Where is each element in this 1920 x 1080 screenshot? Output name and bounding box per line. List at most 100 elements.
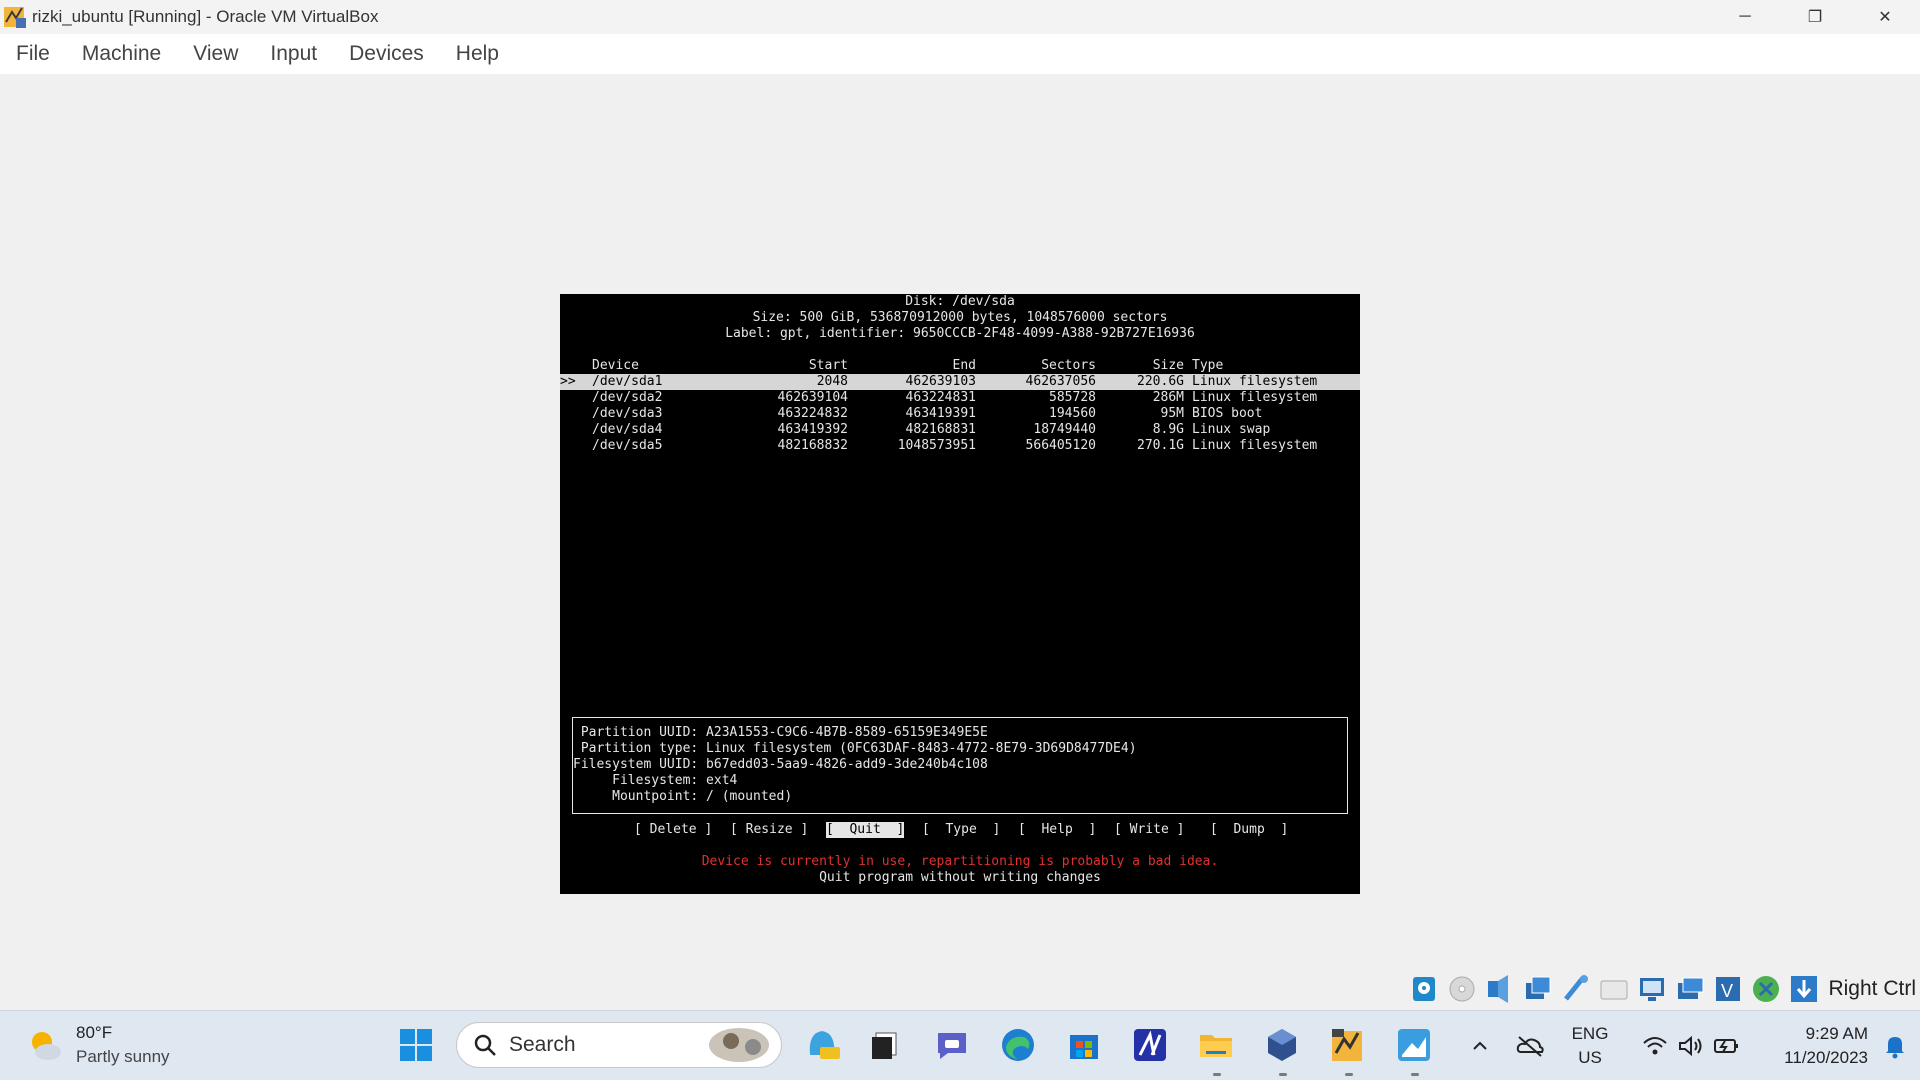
type-button[interactable]: [ Type ]: [922, 822, 1000, 838]
visual-studio-icon[interactable]: [1130, 1025, 1170, 1065]
menu-bar: File Machine View Input Devices Help: [0, 34, 1920, 74]
clock[interactable]: 9:29 AM 11/20/2023: [1758, 1011, 1868, 1080]
minimize-icon: ─: [1739, 8, 1751, 25]
weather-widget[interactable]: 80°F Partly sunny: [26, 1021, 170, 1069]
restore-icon: ❐: [1807, 9, 1823, 26]
partition-sectors: 18749440: [1033, 422, 1096, 437]
search-placeholder: Search: [509, 1033, 576, 1056]
partition-uuid: Partition UUID: A23A1553-C9C6-4B7B-8589-…: [573, 725, 988, 740]
svg-text:V: V: [1721, 981, 1733, 1001]
partition-type: Linux filesystem: [1192, 390, 1318, 405]
keyboard-capture-icon[interactable]: [1788, 973, 1820, 1005]
vm-display[interactable]: Disk: /dev/sda Size: 500 GiB, 5368709120…: [0, 74, 1920, 1008]
partition-size: 220.6G: [1137, 374, 1184, 389]
hard-disk-icon[interactable]: [1408, 973, 1440, 1005]
header-sectors: Sectors: [1041, 358, 1096, 373]
chevron-up-icon: [1473, 1041, 1487, 1050]
menu-machine[interactable]: Machine: [82, 42, 161, 66]
partition-info-box: Partition UUID: A23A1553-C9C6-4B7B-8589-…: [572, 717, 1348, 814]
write-button[interactable]: [ Write ]: [1114, 822, 1184, 838]
display-icon[interactable]: [1636, 973, 1668, 1005]
mountpoint-info: Mountpoint: / (mounted): [573, 789, 793, 804]
partition-start: 463224832: [777, 406, 848, 421]
partition-row-sda5[interactable]: /dev/sda5 482168832 1048573951 566405120…: [560, 438, 1360, 454]
window-title: rizki_ubuntu [Running] - Oracle VM Virtu…: [32, 7, 379, 26]
wifi-icon[interactable]: [1638, 1011, 1672, 1080]
menu-help[interactable]: Help: [456, 42, 499, 66]
help-button[interactable]: [ Help ]: [1018, 822, 1096, 838]
restore-button[interactable]: ❐: [1780, 0, 1850, 34]
delete-button[interactable]: [ Delete ]: [634, 822, 712, 838]
volume-icon[interactable]: [1674, 1011, 1708, 1080]
cfdisk-terminal[interactable]: Disk: /dev/sda Size: 500 GiB, 5368709120…: [560, 294, 1360, 894]
partition-row-sda4[interactable]: /dev/sda4 463419392 482168831 18749440 8…: [560, 422, 1360, 438]
onedrive-icon[interactable]: [1510, 1011, 1550, 1080]
virtualbox-app-icon: [2, 4, 28, 30]
network-icon[interactable]: [1522, 973, 1554, 1005]
title-bar: rizki_ubuntu [Running] - Oracle VM Virtu…: [0, 0, 1920, 34]
header-size: Size: [1152, 358, 1184, 373]
virtualization-icon[interactable]: V: [1712, 973, 1744, 1005]
menu-devices[interactable]: Devices: [349, 42, 424, 66]
battery-icon[interactable]: [1710, 1011, 1744, 1080]
selection-marker: >>: [560, 374, 576, 389]
teams-chat-icon[interactable]: [932, 1025, 972, 1065]
task-view-icon[interactable]: [864, 1025, 904, 1065]
shared-folders-icon[interactable]: [1598, 973, 1630, 1005]
dump-button[interactable]: [ Dump ]: [1210, 822, 1288, 838]
language-code: ENG: [1571, 1024, 1609, 1043]
partition-end: 463224831: [905, 390, 976, 405]
show-hidden-icons-button[interactable]: [1462, 1011, 1498, 1080]
notification-bell-icon[interactable]: [1878, 1011, 1912, 1080]
optical-drive-icon[interactable]: [1446, 973, 1478, 1005]
minimize-button[interactable]: ─: [1710, 0, 1780, 34]
virtualbox-manager-icon[interactable]: [1262, 1025, 1302, 1065]
menu-file[interactable]: File: [16, 42, 50, 66]
partition-sectors: 585728: [1049, 390, 1096, 405]
menu-view[interactable]: View: [193, 42, 238, 66]
partition-type: Linux filesystem: [1192, 374, 1318, 389]
partition-row-sda1[interactable]: >> /dev/sda1 2048 462639103 462637056 22…: [560, 374, 1360, 390]
partition-device: /dev/sda5: [592, 438, 663, 453]
audio-icon[interactable]: [1484, 973, 1516, 1005]
quit-button[interactable]: [ Quit ]: [826, 822, 905, 838]
running-indicator: [1213, 1073, 1221, 1076]
partition-type: BIOS boot: [1192, 406, 1263, 421]
partition-device: /dev/sda1: [592, 374, 663, 389]
mouse-integration-icon[interactable]: [1750, 973, 1782, 1005]
taskbar-search[interactable]: Search: [456, 1022, 782, 1068]
input-language-indicator[interactable]: ENG US: [1564, 1011, 1616, 1080]
filesystem-uuid: Filesystem UUID: b67edd03-5aa9-4826-add9…: [573, 757, 988, 772]
partition-row-sda2[interactable]: /dev/sda2 462639104 463224831 585728 286…: [560, 390, 1360, 406]
partition-table-header: Device Start End Sectors Size Type: [560, 358, 1360, 374]
hint-message: Quit program without writing changes: [819, 870, 1101, 885]
virtualbox-vm-icon[interactable]: [1328, 1025, 1368, 1065]
disk-name: Disk: /dev/sda: [905, 294, 1015, 309]
usb-icon[interactable]: [1560, 973, 1592, 1005]
partition-start: 482168832: [777, 438, 848, 453]
microsoft-store-icon[interactable]: [1064, 1025, 1104, 1065]
partition-end: 1048573951: [897, 438, 976, 453]
partition-start: 463419392: [777, 422, 848, 437]
file-explorer-icon[interactable]: [1196, 1025, 1236, 1065]
header-start: Start: [808, 358, 848, 373]
partition-start: 2048: [816, 374, 848, 389]
start-button[interactable]: [396, 1025, 436, 1065]
close-icon: ✕: [1878, 9, 1892, 26]
edge-browser-icon[interactable]: [998, 1025, 1038, 1065]
resize-button[interactable]: [ Resize ]: [730, 822, 808, 838]
partition-row-sda3[interactable]: /dev/sda3 463224832 463419391 194560 95M…: [560, 406, 1360, 422]
recording-icon[interactable]: [1674, 973, 1706, 1005]
partition-start: 462639104: [777, 390, 848, 405]
partition-type: Linux swap: [1192, 422, 1271, 437]
partition-sectors: 462637056: [1025, 374, 1096, 389]
menu-input[interactable]: Input: [270, 42, 317, 66]
photo-editor-icon[interactable]: [1394, 1025, 1434, 1065]
partition-type: Linux filesystem: [1192, 438, 1318, 453]
warning-message: Device is currently in use, repartitioni…: [701, 854, 1219, 869]
copilot-preview-icon[interactable]: [802, 1025, 842, 1065]
partition-device: /dev/sda3: [592, 406, 663, 421]
close-button[interactable]: ✕: [1850, 0, 1920, 34]
header-end: End: [952, 358, 976, 373]
keyboard-layout: US: [1578, 1048, 1602, 1067]
